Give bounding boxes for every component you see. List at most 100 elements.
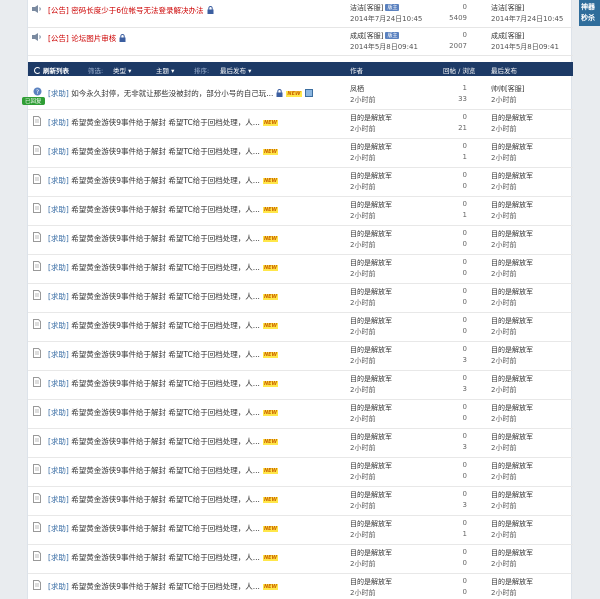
thread-row[interactable]: [求助] 希望黄金游侠9事件给于解封 希望TC给于回档处理，人... NEW 目的是… xyxy=(28,255,573,284)
last-post-time[interactable]: 2小时前 xyxy=(491,414,516,424)
last-post-time[interactable]: 2小时前 xyxy=(491,559,516,569)
author-name[interactable]: 目的是解放军 xyxy=(350,548,392,558)
last-poster[interactable]: 洁洁[客服] xyxy=(491,3,524,13)
thread-title[interactable]: [求助] 希望黄金游侠9事件给于解封 希望TC给于回档处理，人... NEW xyxy=(48,262,279,273)
author-name[interactable]: 目的是解放军 xyxy=(350,229,392,239)
last-post-time[interactable]: 2小时前 xyxy=(491,327,516,337)
last-poster[interactable]: 目的是解放军 xyxy=(491,229,533,239)
thread-title[interactable]: [求助] 如今永久封停，无非就让那些没被封的，部分小号的自己玩... NEW xyxy=(48,88,313,99)
last-post-time[interactable]: 2小时前 xyxy=(491,472,516,482)
thread-row[interactable]: [求助] 希望黄金游侠9事件给于解封 希望TC给于回档处理，人... NEW 目的是… xyxy=(28,545,573,574)
last-post-time[interactable]: 2小时前 xyxy=(491,501,516,511)
thread-title-text[interactable]: 希望黄金游侠9事件给于解封 希望TC给于回档处理，人... xyxy=(71,553,260,562)
author-name[interactable]: 目的是解放军 xyxy=(350,171,392,181)
thread-row[interactable]: [求助] 希望黄金游侠9事件给于解封 希望TC给于回档处理，人... NEW 目的是… xyxy=(28,429,573,458)
last-poster[interactable]: 目的是解放军 xyxy=(491,461,533,471)
thread-category[interactable]: [求助] xyxy=(48,379,69,388)
last-poster[interactable]: 目的是解放军 xyxy=(491,403,533,413)
thread-title[interactable]: [求助] 希望黄金游侠9事件给于解封 希望TC给于回档处理，人... NEW xyxy=(48,117,279,128)
author-name[interactable]: 目的是解放军 xyxy=(350,142,392,152)
thread-title-text[interactable]: 希望黄金游侠9事件给于解封 希望TC给于回档处理，人... xyxy=(71,379,260,388)
announcement-row[interactable]: [公告] 密码长度少于6位帐号无法登录解决办法 洁洁[客服] 版主 2014年7月… xyxy=(28,0,573,28)
thread-row[interactable]: [求助] 希望黄金游侠9事件给于解封 希望TC给于回档处理，人... NEW 目的是… xyxy=(28,458,573,487)
last-post-time[interactable]: 2小时前 xyxy=(491,240,516,250)
thread-category[interactable]: [求助] xyxy=(48,292,69,301)
author-name[interactable]: 目的是解放军 xyxy=(350,519,392,529)
announcement-title[interactable]: [公告] 论坛图片审核 xyxy=(48,33,126,44)
thread-title[interactable]: [求助] 希望黄金游侠9事件给于解封 希望TC给于回档处理，人... NEW xyxy=(48,552,279,563)
thread-title-text[interactable]: 希望黄金游侠9事件给于解封 希望TC给于回档处理，人... xyxy=(71,524,260,533)
announcement-row[interactable]: [公告] 论坛图片审核 成成[客服] 版主 2014年5月8日09:41 0 20… xyxy=(28,28,573,56)
last-poster[interactable]: 目的是解放军 xyxy=(491,113,533,123)
refresh-button[interactable]: 刷新列表 xyxy=(34,65,69,75)
last-poster[interactable]: 目的是解放军 xyxy=(491,519,533,529)
last-post-time[interactable]: 2小时前 xyxy=(491,385,516,395)
author-name[interactable]: 目的是解放军 xyxy=(350,200,392,210)
thread-category[interactable]: [求助] xyxy=(48,234,69,243)
thread-title-text[interactable]: 希望黄金游侠9事件给于解封 希望TC给于回档处理，人... xyxy=(71,176,260,185)
last-post-time[interactable]: 2小时前 xyxy=(491,588,516,598)
thread-title[interactable]: [求助] 希望黄金游侠9事件给于解封 希望TC给于回档处理，人... NEW xyxy=(48,523,279,534)
thread-category[interactable]: [求助] xyxy=(48,524,69,533)
thread-category[interactable]: [求助] xyxy=(48,437,69,446)
last-post-time[interactable]: 2小时前 xyxy=(491,298,516,308)
last-poster[interactable]: 帅帅[客服] xyxy=(491,84,524,94)
thread-title-text[interactable]: 希望黄金游侠9事件给于解封 希望TC给于回档处理，人... xyxy=(71,321,260,330)
last-poster[interactable]: 目的是解放军 xyxy=(491,490,533,500)
thread-title-text[interactable]: 希望黄金游侠9事件给于解封 希望TC给于回档处理，人... xyxy=(71,205,260,214)
thread-title[interactable]: [求助] 希望黄金游侠9事件给于解封 希望TC给于回档处理，人... NEW xyxy=(48,320,279,331)
last-post-time[interactable]: 2小时前 xyxy=(491,95,516,105)
type-filter-dropdown[interactable]: 类型 xyxy=(113,65,131,75)
last-post-time[interactable]: 2014年7月24日10:45 xyxy=(491,14,563,24)
thread-title[interactable]: [求助] 希望黄金游侠9事件给于解封 希望TC给于回档处理，人... NEW xyxy=(48,175,279,186)
last-poster[interactable]: 目的是解放军 xyxy=(491,577,533,587)
sort-latest-dropdown[interactable]: 最后发布 xyxy=(220,65,251,75)
thread-title[interactable]: [求助] 希望黄金游侠9事件给于解封 希望TC给于回档处理，人... NEW xyxy=(48,378,279,389)
last-post-time[interactable]: 2小时前 xyxy=(491,153,516,163)
author-name[interactable]: 凤栖 xyxy=(350,84,364,94)
last-poster[interactable]: 成成[客服] xyxy=(491,31,524,41)
thread-title-text[interactable]: 如今永久封停，无非就让那些没被封的，部分小号的自己玩... xyxy=(71,89,273,98)
thread-title-text[interactable]: 希望黄金游侠9事件给于解封 希望TC给于回档处理，人... xyxy=(71,495,260,504)
author-name[interactable]: 目的是解放军 xyxy=(350,316,392,326)
thread-category[interactable]: [求助] xyxy=(48,321,69,330)
thread-category[interactable]: [求助] xyxy=(48,89,69,98)
thread-row[interactable]: [求助] 希望黄金游侠9事件给于解封 希望TC给于回档处理，人... NEW 目的是… xyxy=(28,284,573,313)
last-post-time[interactable]: 2小时前 xyxy=(491,443,516,453)
thread-title[interactable]: [求助] 希望黄金游侠9事件给于解封 希望TC给于回档处理，人... NEW xyxy=(48,204,279,215)
thread-title-text[interactable]: 希望黄金游侠9事件给于解封 希望TC给于回档处理，人... xyxy=(71,118,260,127)
last-poster[interactable]: 目的是解放军 xyxy=(491,258,533,268)
thread-title[interactable]: [求助] 希望黄金游侠9事件给于解封 希望TC给于回档处理，人... NEW xyxy=(48,233,279,244)
last-post-time[interactable]: 2014年5月8日09:41 xyxy=(491,42,559,52)
thread-category[interactable]: [求助] xyxy=(48,147,69,156)
thread-title-text[interactable]: 希望黄金游侠9事件给于解封 希望TC给于回档处理，人... xyxy=(71,292,260,301)
last-post-time[interactable]: 2小时前 xyxy=(491,269,516,279)
last-post-time[interactable]: 2小时前 xyxy=(491,124,516,134)
thread-row[interactable]: [求助] 希望黄金游侠9事件给于解封 希望TC给于回档处理，人... NEW 目的是… xyxy=(28,371,573,400)
last-poster[interactable]: 目的是解放军 xyxy=(491,548,533,558)
author-name[interactable]: 成成[客服] 版主 xyxy=(350,31,400,41)
thread-category[interactable]: [求助] xyxy=(48,350,69,359)
announcement-title[interactable]: [公告] 密码长度少于6位帐号无法登录解决办法 xyxy=(48,5,214,16)
last-post-time[interactable]: 2小时前 xyxy=(491,182,516,192)
thread-category[interactable]: [求助] xyxy=(48,582,69,591)
author-name[interactable]: 目的是解放军 xyxy=(350,461,392,471)
thread-title-text[interactable]: 希望黄金游侠9事件给于解封 希望TC给于回档处理，人... xyxy=(71,147,260,156)
thread-row[interactable]: [求助] 希望黄金游侠9事件给于解封 希望TC给于回档处理，人... NEW 目的是… xyxy=(28,313,573,342)
thread-row[interactable]: [求助] 希望黄金游侠9事件给于解封 希望TC给于回档处理，人... NEW 目的是… xyxy=(28,168,573,197)
thread-row[interactable]: [求助] 希望黄金游侠9事件给于解封 希望TC给于回档处理，人... NEW 目的是… xyxy=(28,342,573,371)
thread-row[interactable]: [求助] 希望黄金游侠9事件给于解封 希望TC给于回档处理，人... NEW 目的是… xyxy=(28,400,573,429)
thread-title-text[interactable]: 希望黄金游侠9事件给于解封 希望TC给于回档处理，人... xyxy=(71,408,260,417)
thread-row[interactable]: [求助] 希望黄金游侠9事件给于解封 希望TC给于回档处理，人... NEW 目的是… xyxy=(28,226,573,255)
thread-row[interactable]: ? 已回复 [求助] 如今永久封停，无非就让那些没被封的，部分小号的自己玩... NE… xyxy=(22,81,573,110)
thread-category[interactable]: [求助] xyxy=(48,176,69,185)
last-poster[interactable]: 目的是解放军 xyxy=(491,200,533,210)
thread-title[interactable]: [求助] 希望黄金游侠9事件给于解封 希望TC给于回档处理，人... NEW xyxy=(48,465,279,476)
author-name[interactable]: 目的是解放军 xyxy=(350,403,392,413)
thread-row[interactable]: [求助] 希望黄金游侠9事件给于解封 希望TC给于回档处理，人... NEW 目的是… xyxy=(28,197,573,226)
thread-category[interactable]: [求助] xyxy=(48,466,69,475)
last-poster[interactable]: 目的是解放军 xyxy=(491,345,533,355)
author-name[interactable]: 目的是解放军 xyxy=(350,345,392,355)
thread-title-text[interactable]: 希望黄金游侠9事件给于解封 希望TC给于回档处理，人... xyxy=(71,466,260,475)
thread-title[interactable]: [求助] 希望黄金游侠9事件给于解封 希望TC给于回档处理，人... NEW xyxy=(48,146,279,157)
